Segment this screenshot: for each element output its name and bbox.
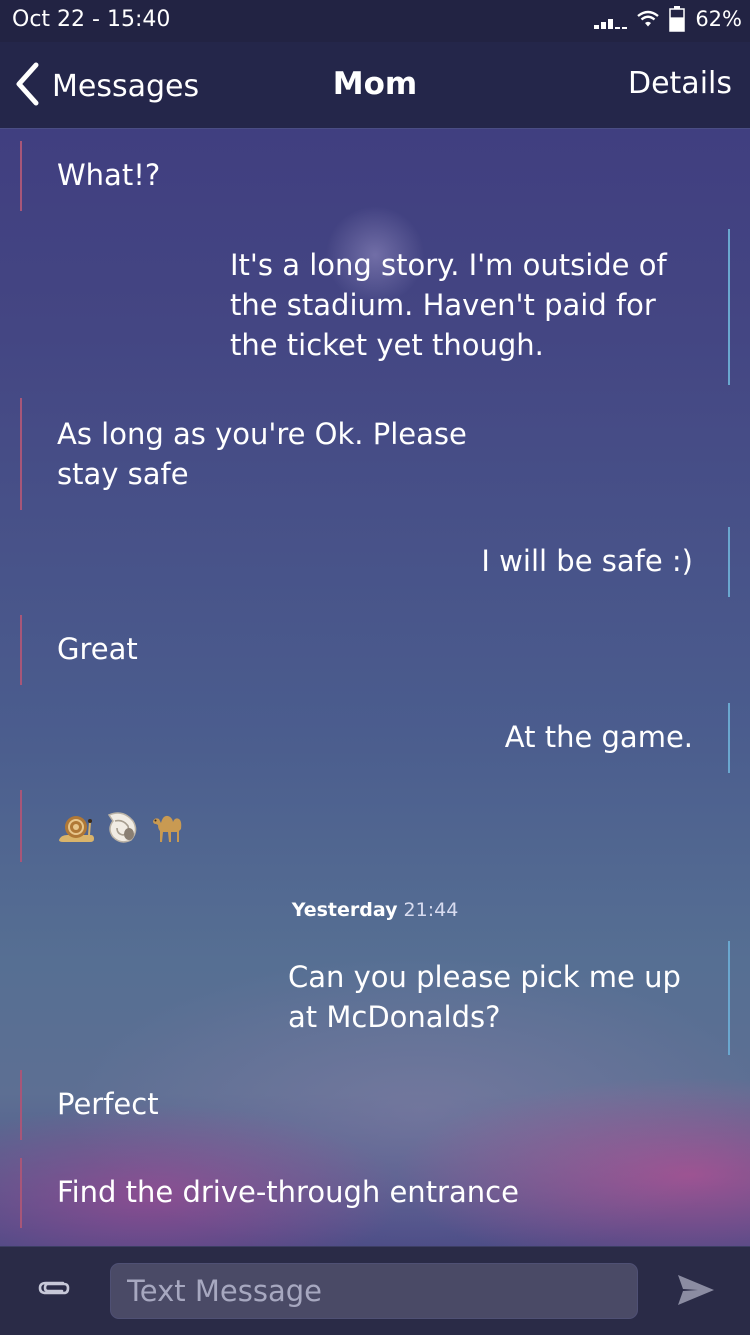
battery-percentage: 62% bbox=[695, 7, 742, 31]
message-list[interactable]: What!? It's a long story. I'm outside of… bbox=[0, 129, 750, 1246]
message-text: Great bbox=[57, 632, 138, 666]
outgoing-message: At the game. bbox=[505, 703, 730, 773]
battery-icon bbox=[669, 6, 686, 32]
details-button[interactable]: Details bbox=[628, 66, 732, 101]
incoming-message: As long as you're Ok. Please stay safe bbox=[20, 398, 507, 510]
message-text: I will be safe :) bbox=[481, 544, 693, 578]
wifi-icon bbox=[637, 10, 660, 28]
outgoing-message: It's a long story. I'm outside of the st… bbox=[230, 229, 730, 385]
emoji-row bbox=[57, 790, 187, 862]
status-bar: Oct 22 - 15:40 62% bbox=[0, 0, 750, 42]
status-indicators: 62% bbox=[594, 6, 742, 32]
timestamp-day: Yesterday bbox=[291, 899, 398, 921]
message-text: Can you please pick me up at McDonalds? bbox=[288, 960, 681, 1034]
message-text: What!? bbox=[57, 158, 161, 192]
navigation-bar: Messages Mom Details bbox=[0, 42, 750, 129]
incoming-message bbox=[20, 790, 187, 862]
send-icon[interactable] bbox=[676, 1273, 716, 1311]
message-text: It's a long story. I'm outside of the st… bbox=[230, 248, 667, 362]
outgoing-message: Can you please pick me up at McDonalds? bbox=[288, 941, 730, 1055]
incoming-message: What!? bbox=[20, 141, 160, 211]
paperclip-icon[interactable] bbox=[36, 1275, 72, 1305]
outgoing-message: I will be safe :) bbox=[481, 527, 730, 597]
incoming-message: Great bbox=[20, 615, 138, 685]
status-time: Oct 22 - 15:40 bbox=[12, 7, 171, 32]
timestamp-time: 21:44 bbox=[403, 899, 459, 921]
incoming-message: Perfect bbox=[20, 1070, 159, 1140]
message-composer bbox=[0, 1246, 750, 1335]
message-timestamp: Yesterday 21:44 bbox=[0, 899, 750, 921]
message-text: As long as you're Ok. Please stay safe bbox=[57, 417, 467, 491]
message-text: At the game. bbox=[504, 720, 693, 754]
message-text: Perfect bbox=[57, 1087, 159, 1121]
incoming-message: Find the drive-through entrance bbox=[20, 1158, 519, 1228]
snail-icon bbox=[57, 807, 95, 845]
text-message-input[interactable] bbox=[110, 1263, 638, 1319]
camel-icon bbox=[149, 807, 187, 845]
message-text: Find the drive-through entrance bbox=[57, 1175, 519, 1209]
cellular-signal-icon bbox=[594, 9, 628, 29]
spiral-shell-icon bbox=[103, 807, 141, 845]
